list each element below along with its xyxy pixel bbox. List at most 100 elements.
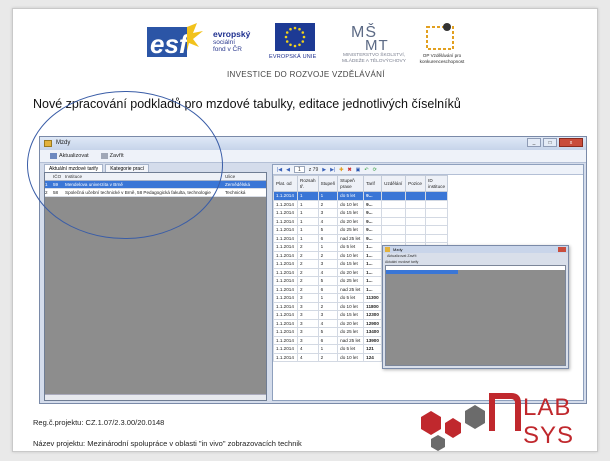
minimize-button[interactable]: _ [527,138,541,147]
col-ico[interactable]: IČO [53,174,65,179]
col-instituce[interactable]: Instituce [65,174,225,179]
overlay-toolbar: Aktualizovat Zavřít [387,254,417,258]
table-cell: do 25 let [337,276,365,286]
table-cell: 4 [317,267,339,277]
table-cell: 2 [297,267,319,277]
table-cell: 1 [297,233,319,243]
overlay-tab[interactable]: Aktuální mzdové tarify [385,260,418,264]
save-icon[interactable]: ▣ [356,167,361,173]
table-cell: 1... [363,284,383,294]
table-cell [405,199,427,209]
list-item[interactable]: 1 59 Mendelova univerzita v Brně Zemědělská [45,181,266,189]
table-cell: do 5 let [337,293,365,303]
table-cell: 1.1.2014 [273,191,298,201]
table-cell: 3 [317,259,339,269]
grid-column-header[interactable]: Stupeň praxe [337,175,365,192]
grid-column-header[interactable]: Stupeň [317,175,339,192]
table-cell: 1... [363,259,383,269]
table-cell: 13900 [363,335,383,345]
close-window-button[interactable]: x [559,138,583,147]
window-controls: _ □ x [527,138,583,147]
refresh-button[interactable]: Aktualizovat [46,151,93,161]
eu-star-icon [289,43,292,47]
slide: esf evropský sociální fond v ČR EVROPSKÁ… [12,8,598,452]
page-count: z 79 [308,166,319,173]
table-cell [381,191,407,201]
table-row[interactable]: 1.1.2014 1 3 do 15 let 9... [273,208,449,218]
svg-text:esf: esf [150,29,190,59]
table-cell: 13400 [363,327,383,337]
nlab-sys-logo: LAB SYS [421,393,574,451]
grid-column-header[interactable]: ID instituce [425,175,449,192]
table-cell: 5 [317,276,339,286]
last-page-icon[interactable]: ▶| [330,167,335,173]
esf-text: evropský sociální fond v ČR [213,30,250,54]
table-row[interactable]: 1.1.2014 1 2 do 10 let 9... [273,199,449,209]
table-cell: 9... [363,216,383,226]
horizontal-scrollbar[interactable] [45,394,266,400]
eu-flag-logo [275,23,315,51]
table-cell: 1 [297,208,319,218]
table-row[interactable]: 1.1.2014 1 4 do 20 let 9... [273,216,449,226]
eu-caption: EVROPSKÁ UNIE [269,54,317,60]
grid-column-header[interactable]: Uzdělání [381,175,407,192]
table-cell: 1... [363,250,383,260]
table-cell: do 10 let [337,301,365,311]
app-titlebar: Mzdy _ □ x [40,137,586,150]
close-icon [100,153,108,159]
table-cell [405,208,427,218]
svg-text:SYS: SYS [523,422,574,449]
table-cell: 1 [297,216,319,226]
grid-column-header[interactable]: Tarif [363,175,383,192]
refresh-grid-icon[interactable]: ⟳ [373,167,377,173]
table-cell: 12900 [363,318,383,328]
eu-star-icon [289,27,292,31]
list-cell-street: Technická [225,190,246,195]
table-cell: 6 [317,233,339,243]
table-cell: 2 [317,352,339,362]
eu-star-icon [298,27,301,31]
table-cell: 2 [297,276,319,286]
grid-column-header[interactable]: Pozice [405,175,427,192]
prev-page-icon[interactable]: ◀ [286,167,290,173]
table-cell: 3 [297,293,319,303]
table-cell: nad 25 let [337,335,365,345]
grid-column-header[interactable]: Plat. od [273,175,298,192]
add-icon[interactable]: ✚ [339,167,343,173]
table-cell: 1.1.2014 [273,250,298,260]
col-ulice[interactable]: Ulice [225,174,265,179]
table-row[interactable]: 1.1.2014 1 5 do 25 let 9... [273,225,449,235]
maximize-button[interactable]: □ [543,138,557,147]
table-cell: 1.1.2014 [273,318,298,328]
table-cell: do 25 let [337,225,365,235]
grid-column-header[interactable]: Rozsah tř. [297,175,319,192]
delete-icon[interactable]: ✖ [347,167,351,173]
list-cell-name: Mendelova univerzita v Brně [65,182,123,187]
first-page-icon[interactable]: |◀ [277,167,282,173]
table-cell: 4 [297,344,319,354]
table-row[interactable]: 1.1.2014 1 6 nad 25 let 9... [273,233,449,243]
table-cell: 1.1.2014 [273,216,298,226]
list-item[interactable]: 2 58 Společná učební technické v Brně, 58 … [45,189,266,197]
eu-star-icon [298,43,301,47]
table-cell: 1 [317,293,339,303]
overlay-app-window: Mzdy Aktualizovat Zavřít Aktuální mzdové… [382,245,569,369]
table-row[interactable]: 1.1.2014 1 1 do 5 let 9... [273,191,449,201]
overlay-close-icon[interactable] [558,247,566,252]
table-cell: 9... [363,225,383,235]
op-caption: OP Vzdělávání pro konkurenceschopnost [419,53,465,64]
table-cell: 124 [363,352,383,362]
close-button[interactable]: Zavřít [97,151,128,161]
app-title: Mzdy [56,140,71,146]
table-cell [381,216,407,226]
table-cell: 1... [363,242,383,252]
eu-star-icon [285,31,289,34]
table-cell: 11800 [363,301,383,311]
overlay-list-row[interactable] [386,270,458,274]
eu-star-icon [301,40,305,43]
table-cell: 1 [317,344,339,354]
next-page-icon[interactable]: ▶ [322,167,326,173]
page-input[interactable]: 1 [294,166,305,173]
undo-icon[interactable]: ↶ [364,167,368,173]
table-cell: 2 [297,250,319,260]
